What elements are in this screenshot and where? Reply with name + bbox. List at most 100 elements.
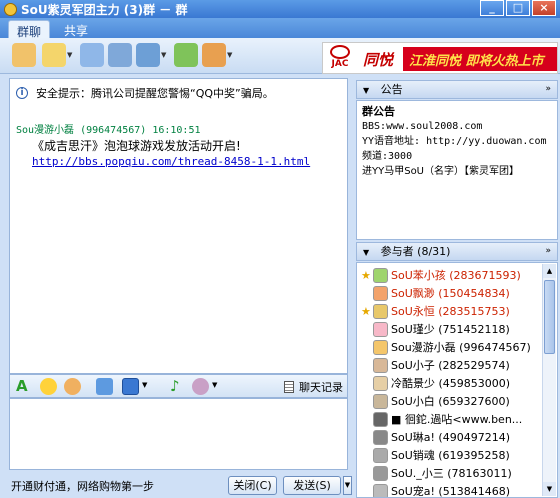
announcement-line: YY语音地址: http://yy.duowan.com频道:3000: [362, 136, 547, 162]
window-title: SoU紫灵军团主力 (3)群 － 群: [21, 2, 188, 17]
member-row[interactable]: SoU琳a! (490497214): [361, 428, 545, 446]
expand-icon[interactable]: »: [545, 81, 551, 98]
message-sender-line: Sou漫游小磊 (996474567) 16:10:51: [16, 125, 201, 136]
qq-friend-icon[interactable]: [202, 43, 226, 67]
member-name: SoU瑾少 (751452118): [391, 323, 510, 336]
avatar: [373, 429, 388, 445]
message-input[interactable]: [9, 398, 348, 470]
message-body: 《成吉思汗》泡泡球游戏发放活动开启!: [32, 139, 241, 153]
member-name: SoU宠a! (513841468): [391, 485, 510, 498]
member-row[interactable]: ■ 徊鉈.過呫<www.ben...: [361, 410, 545, 428]
close-button[interactable]: 关闭(C): [228, 476, 277, 495]
scroll-thumb[interactable]: [544, 280, 555, 354]
avatar: [373, 375, 388, 391]
phone-icon[interactable]: [108, 43, 132, 67]
member-name: SoU销魂 (619395258): [391, 449, 510, 462]
avatar: [373, 411, 388, 427]
shop-bag-icon[interactable]: [174, 43, 198, 67]
collapse-icon: ▼: [363, 86, 370, 95]
font-icon[interactable]: A: [16, 378, 33, 395]
announcement-title: 群公告: [362, 105, 395, 118]
member-name: ■ 徊鉈.過呫<www.ben...: [391, 413, 523, 426]
member-name: 冷酷景少 (459853000): [391, 377, 511, 390]
collapse-icon: ▼: [363, 248, 370, 257]
members-header-label: 参与者 (8/31): [380, 245, 451, 258]
member-row[interactable]: SoU瑾少 (751452118): [361, 320, 545, 338]
avatar: [373, 267, 388, 283]
members-header[interactable]: ▼ 参与者 (8/31) »: [356, 242, 558, 261]
send-options-button[interactable]: ▼: [343, 476, 352, 495]
member-row[interactable]: 冷酷景少 (459853000): [361, 374, 545, 392]
member-name: SoU飘渺 (150454834): [391, 287, 510, 300]
security-notice: i 安全提示：腾讯公司提醒您警惕“QQ中奖”骗局。: [16, 85, 274, 101]
avatar: [373, 447, 388, 463]
qq-logo-icon: [4, 2, 17, 16]
emoji-icon[interactable]: [40, 378, 57, 395]
admin-star-icon: ★: [361, 304, 371, 318]
announcement-line: 进YY马甲SoU（名字）【紫灵军团】: [362, 166, 520, 177]
member-name: SoU琳a! (490497214): [391, 431, 510, 444]
member-row[interactable]: SoU小白 (659327600): [361, 392, 545, 410]
member-row[interactable]: Sou漫游小磊 (996474567): [361, 338, 545, 356]
member-name: SoU._小三 (78163011): [391, 467, 512, 480]
avatar: [373, 339, 388, 355]
avatar: [373, 321, 388, 337]
screenshot-icon[interactable]: [122, 378, 139, 395]
info-icon: i: [16, 87, 28, 99]
mail-icon[interactable]: [42, 43, 66, 67]
member-name: SoU小子 (282529574): [391, 359, 510, 372]
expand-icon[interactable]: »: [545, 243, 551, 260]
mail-dropdown-icon[interactable]: ▼: [67, 51, 72, 59]
tab-group-chat[interactable]: 群聊: [8, 20, 51, 39]
chat-history-button[interactable]: 聊天记录: [284, 379, 343, 395]
maximize-button[interactable]: □: [506, 0, 530, 16]
group-settings-icon[interactable]: [136, 43, 160, 67]
screenshot-dropdown-icon[interactable]: ▼: [142, 381, 147, 389]
input-toolbar: A ▼ ♪ ▼ 聊天记录: [9, 374, 348, 398]
announcement-header-label: 公告: [380, 83, 403, 96]
tab-strip: 群聊 共享: [0, 18, 560, 39]
member-name: Sou漫游小磊 (996474567): [391, 341, 531, 354]
avatar: [373, 303, 388, 319]
ad-banner[interactable]: JAC 同悦 江淮同悦 即将火热上市: [322, 42, 558, 74]
avatar: [373, 285, 388, 301]
members-list: ▲ ▼ ★ SoU苯小孩 (283671593) SoU飘渺 (150454834)…: [356, 262, 558, 498]
ad-text-model: 同悦: [363, 51, 394, 69]
chat-history[interactable]: i 安全提示：腾讯公司提醒您警惕“QQ中奖”骗局。 Sou漫游小磊 (99647…: [9, 78, 348, 374]
shake-dropdown-icon[interactable]: ▼: [212, 381, 217, 389]
member-row[interactable]: ★ SoU苯小孩 (283671593): [361, 266, 545, 284]
member-row[interactable]: SoU宠a! (513841468): [361, 482, 545, 498]
member-row[interactable]: SoU飘渺 (150454834): [361, 284, 545, 302]
security-notice-text: 安全提示：腾讯公司提醒您警惕“QQ中奖”骗局。: [36, 87, 274, 100]
send-button[interactable]: 发送(S): [283, 476, 341, 495]
member-row[interactable]: SoU._小三 (78163011): [361, 464, 545, 482]
tab-share[interactable]: 共享: [56, 20, 96, 38]
member-row[interactable]: ★ SoU永恒 (283515753): [361, 302, 545, 320]
send-image-icon[interactable]: [96, 378, 113, 395]
friend-dropdown-icon[interactable]: ▼: [227, 51, 232, 59]
members-icon[interactable]: [12, 43, 36, 67]
jac-logo-icon: JAC: [325, 44, 355, 72]
music-icon[interactable]: ♪: [170, 378, 187, 395]
tools-icon[interactable]: [80, 43, 104, 67]
footer-promo-text[interactable]: 开通财付通，网络购物第一步: [11, 478, 154, 494]
magic-emoji-icon[interactable]: [64, 378, 81, 395]
announcement-panel: 群公告 BBS:www.soul2008.com YY语音地址: http://…: [356, 100, 558, 240]
admin-star-icon: ★: [361, 268, 371, 282]
settings-dropdown-icon[interactable]: ▼: [161, 51, 166, 59]
title-bar: SoU紫灵军团主力 (3)群 － 群 _ □ ×: [0, 0, 560, 18]
close-window-button[interactable]: ×: [532, 0, 556, 16]
history-icon: [284, 381, 294, 393]
announcement-header[interactable]: ▼ 公告 »: [356, 80, 558, 99]
announcement-line: BBS:www.soul2008.com: [362, 121, 483, 132]
avatar: [373, 483, 388, 497]
member-name: SoU永恒 (283515753): [391, 305, 510, 318]
member-name: SoU苯小孩 (283671593): [391, 269, 521, 282]
message-link[interactable]: http://bbs.popqiu.com/thread-8458-1-1.ht…: [32, 155, 310, 168]
shake-icon[interactable]: [192, 378, 209, 395]
avatar: [373, 465, 388, 481]
member-row[interactable]: SoU小子 (282529574): [361, 356, 545, 374]
member-row[interactable]: SoU销魂 (619395258): [361, 446, 545, 464]
member-name: SoU小白 (659327600): [391, 395, 510, 408]
minimize-button[interactable]: _: [480, 0, 504, 16]
